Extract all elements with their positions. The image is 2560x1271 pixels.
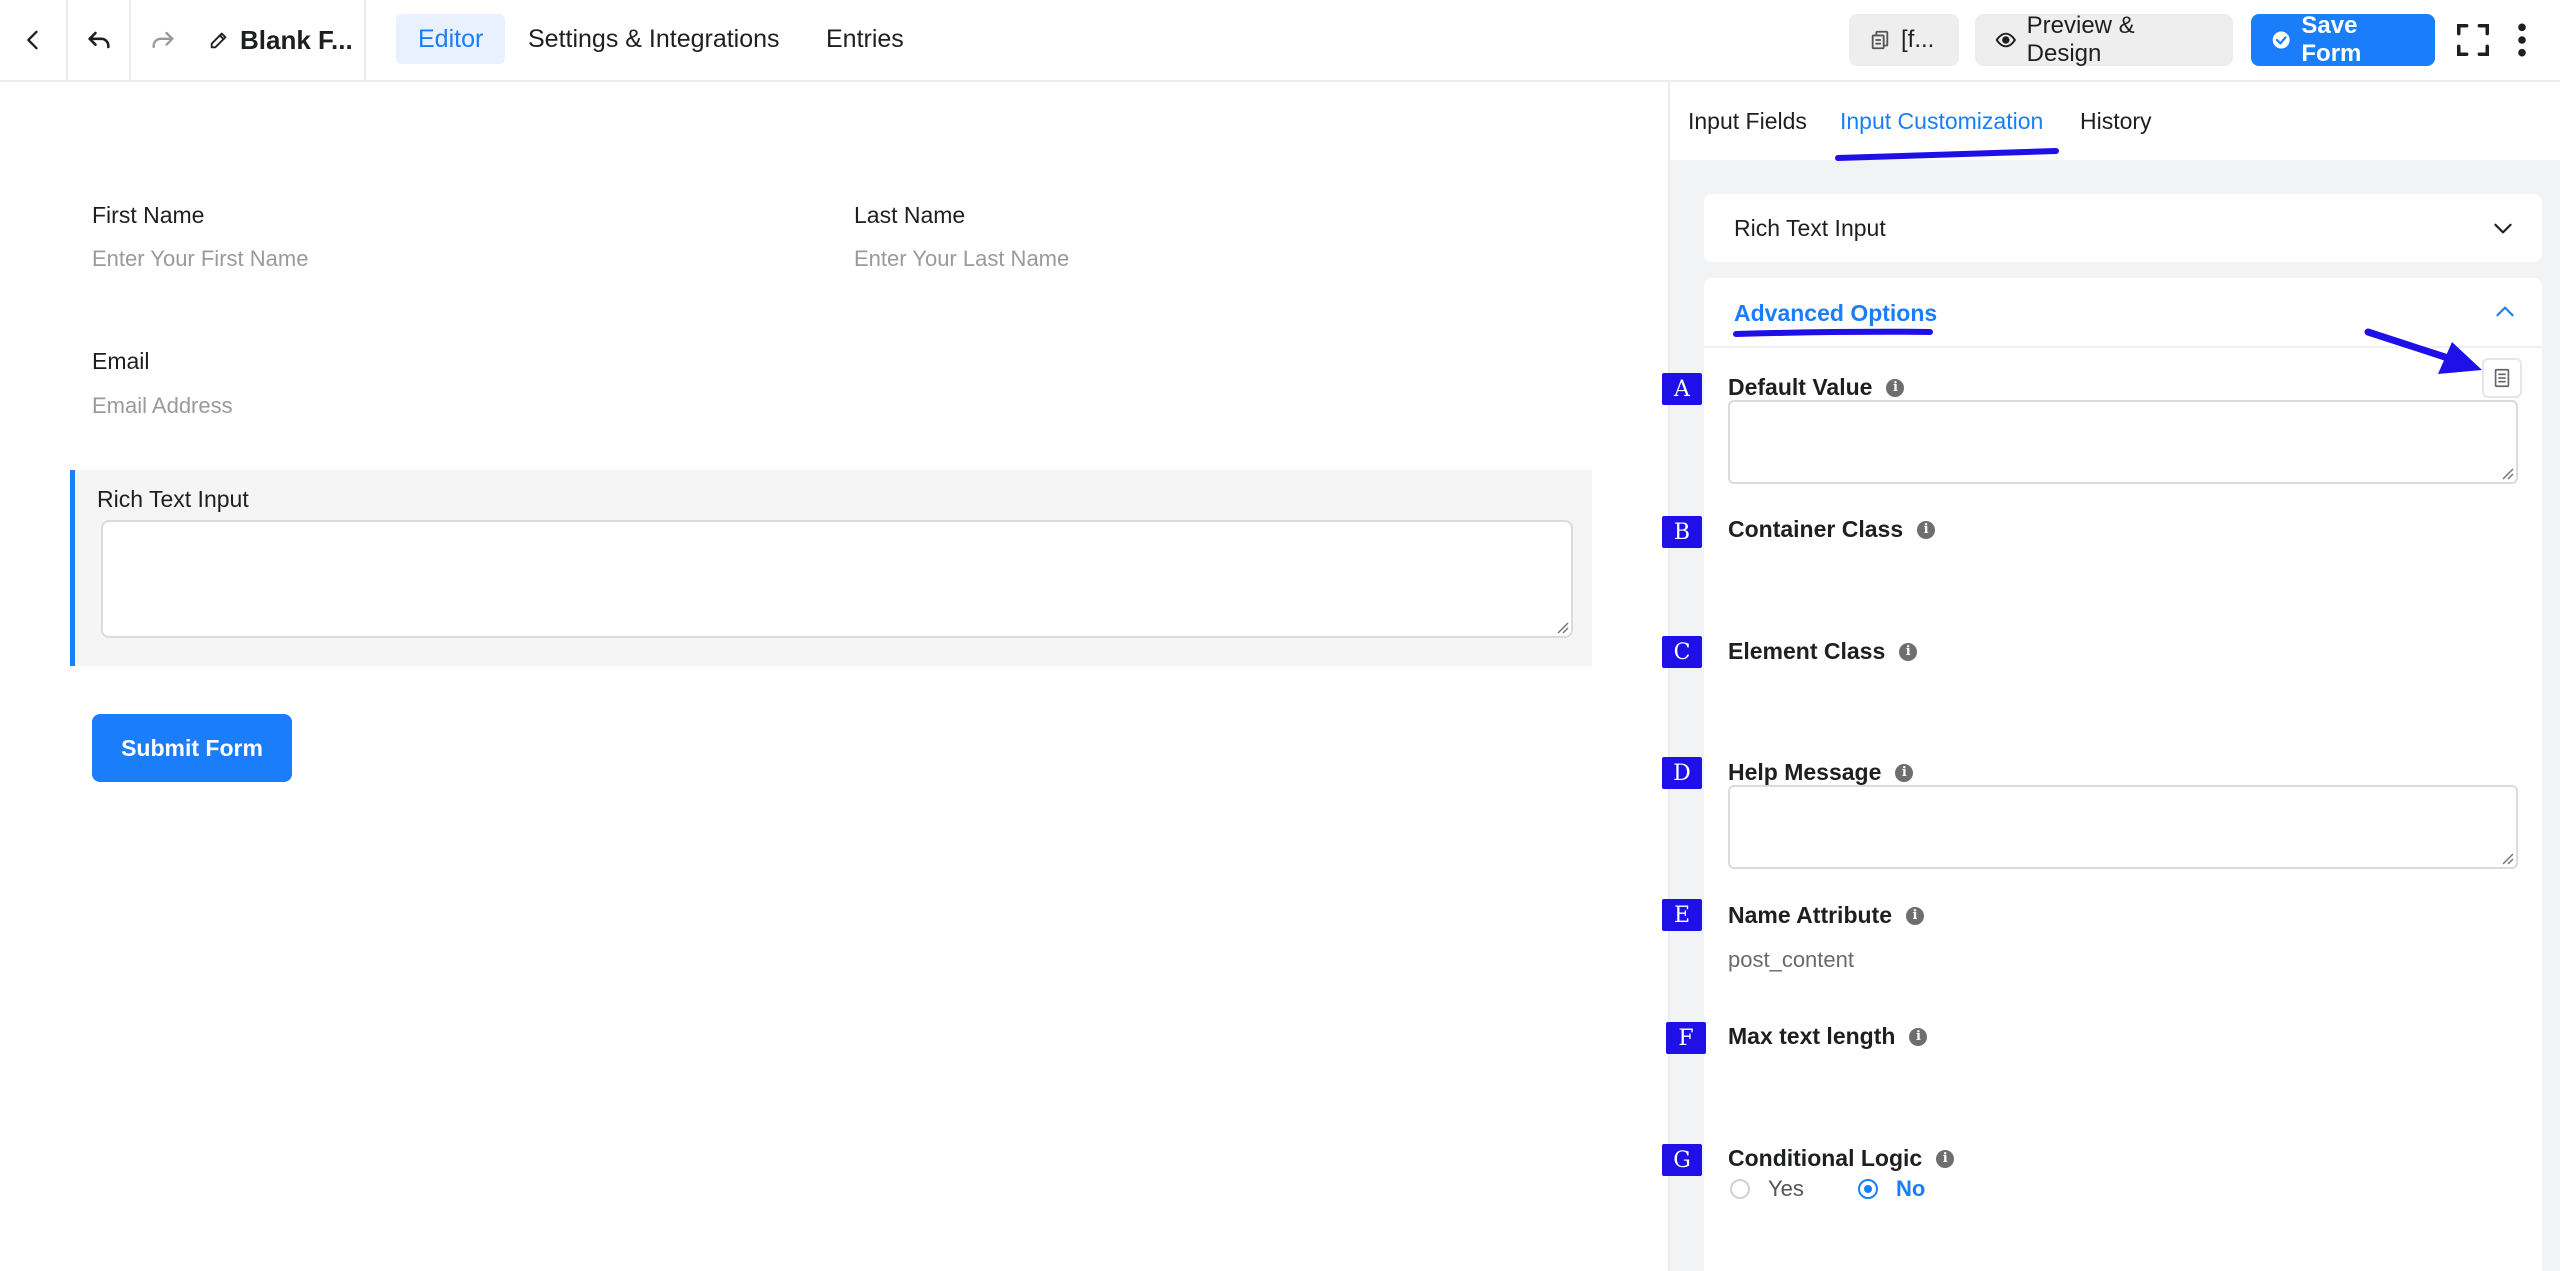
rich-text-label: Rich Text Input: [97, 486, 249, 512]
default-value-label: Default Value i: [1728, 374, 1905, 401]
rich-text-field-block[interactable]: Rich Text Input: [70, 470, 1592, 666]
first-name-label: First Name: [92, 202, 205, 228]
last-name-label: Last Name: [854, 202, 966, 228]
annotation-badge-c: C: [1662, 636, 1702, 668]
email-input[interactable]: Email Address: [92, 393, 233, 419]
info-icon[interactable]: i: [1906, 906, 1924, 925]
max-text-length-text: Max text length: [1728, 1023, 1896, 1049]
redo-button[interactable]: [131, 0, 194, 80]
info-icon[interactable]: i: [1909, 1027, 1928, 1046]
save-form-button[interactable]: Save Form: [2251, 12, 2435, 67]
resize-grip-icon[interactable]: [2500, 466, 2514, 480]
name-attribute-text: Name Attribute: [1728, 902, 1892, 928]
shortcode-label: [f...: [1901, 26, 1935, 53]
resize-grip-icon[interactable]: [2500, 851, 2514, 865]
conditional-logic-no[interactable]: No: [1858, 1176, 1925, 1202]
conditional-logic-text: Conditional Logic: [1728, 1145, 1923, 1171]
element-class-label: Element Class i: [1728, 638, 1918, 665]
name-attribute-label: Name Attribute i: [1728, 902, 1924, 929]
email-label: Email: [92, 348, 150, 374]
first-name-input[interactable]: Enter Your First Name: [92, 246, 308, 272]
tab-entries[interactable]: Entries: [804, 14, 926, 64]
redo-icon: [152, 31, 173, 49]
more-menu-button[interactable]: [2500, 18, 2544, 62]
radio-yes[interactable]: [1730, 1179, 1750, 1199]
annotation-badge-e: E: [1662, 899, 1702, 931]
help-message-textarea[interactable]: [1728, 785, 2518, 869]
default-value-text: Default Value: [1728, 374, 1873, 400]
pencil-icon: [210, 32, 227, 49]
form-title-text: Blank F...: [240, 24, 353, 55]
preview-design-button[interactable]: Preview & Design: [1975, 12, 2233, 67]
shortcode-picker-button[interactable]: [2482, 358, 2522, 398]
rich-text-textarea[interactable]: [101, 520, 1573, 638]
conditional-logic-label: Conditional Logic i: [1728, 1145, 1955, 1172]
document-icon: [2494, 368, 2510, 388]
annotation-badge-b: B: [1662, 516, 1702, 548]
annotation-badge-g: G: [1662, 1144, 1702, 1176]
advanced-options-title[interactable]: Advanced Options: [1734, 300, 1937, 327]
eye-icon: [1995, 32, 2016, 48]
annotation-badge-f: F: [1666, 1022, 1706, 1054]
panel-tab-bar: Input Fields Input Customization History: [1670, 82, 2560, 160]
resize-grip-icon[interactable]: [1555, 620, 1569, 634]
container-class-text: Container Class: [1728, 516, 1904, 542]
no-label: No: [1896, 1176, 1926, 1201]
fullscreen-button[interactable]: [2451, 18, 2495, 62]
tab-history[interactable]: History: [2080, 108, 2152, 135]
info-icon[interactable]: i: [1886, 378, 1905, 397]
rich-text-input-section[interactable]: Rich Text Input: [1704, 194, 2542, 262]
shortcode-button[interactable]: [f...: [1849, 14, 1959, 66]
chevron-up-icon[interactable]: [2492, 299, 2518, 325]
chevron-left-icon: [27, 30, 38, 50]
form-title[interactable]: Blank F...: [194, 0, 366, 80]
section-title: Rich Text Input: [1734, 215, 1886, 241]
preview-design-label: Preview & Design: [2026, 12, 2135, 67]
chevron-down-icon: [2494, 223, 2512, 234]
top-toolbar: Blank F... Editor Settings & Integration…: [0, 0, 2560, 82]
annotation-badge-d: D: [1662, 757, 1702, 789]
submit-form-button[interactable]: Submit Form: [92, 714, 292, 782]
back-button[interactable]: [0, 0, 68, 80]
expand-icon: [2457, 24, 2489, 56]
yes-label: Yes: [1768, 1176, 1804, 1201]
container-class-label: Container Class i: [1728, 516, 1936, 543]
undo-icon: [87, 31, 110, 49]
more-vertical-icon: [2518, 23, 2526, 57]
help-message-label: Help Message i: [1728, 759, 1914, 786]
copy-icon: [1871, 30, 1889, 50]
element-class-text: Element Class: [1728, 638, 1886, 664]
info-icon[interactable]: i: [1936, 1149, 1955, 1168]
info-icon[interactable]: i: [1895, 763, 1914, 782]
undo-button[interactable]: [68, 0, 131, 80]
last-name-input[interactable]: Enter Your Last Name: [854, 246, 1069, 272]
radio-no[interactable]: [1858, 1179, 1878, 1199]
tab-input-customization[interactable]: Input Customization: [1840, 108, 2043, 135]
tab-editor[interactable]: Editor: [396, 14, 506, 64]
name-attribute-input[interactable]: post_content: [1728, 947, 1854, 973]
annotation-badge-a: A: [1662, 373, 1702, 405]
help-message-text: Help Message: [1728, 759, 1882, 785]
info-icon[interactable]: i: [1899, 642, 1918, 661]
max-text-length-label: Max text length i: [1728, 1023, 1928, 1050]
check-circle-icon: [2272, 31, 2290, 49]
form-canvas: First Name Enter Your First Name Last Na…: [0, 82, 1668, 1271]
tab-input-fields[interactable]: Input Fields: [1688, 108, 1807, 135]
info-icon[interactable]: i: [1917, 520, 1936, 539]
tab-settings-integrations[interactable]: Settings & Integrations: [506, 14, 802, 64]
default-value-textarea[interactable]: [1728, 400, 2518, 484]
conditional-logic-yes[interactable]: Yes: [1730, 1176, 1804, 1202]
settings-panel: Input Fields Input Customization History…: [1668, 82, 2560, 1271]
save-form-label: Save Form: [2301, 12, 2362, 67]
card-divider: [1704, 346, 2542, 348]
